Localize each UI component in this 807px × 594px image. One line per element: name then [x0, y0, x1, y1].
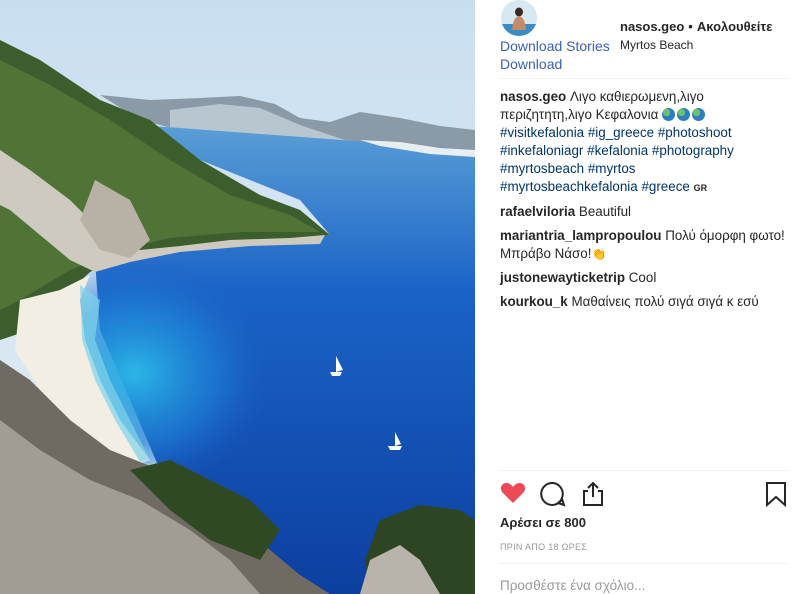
globe-icon	[662, 108, 676, 121]
comment-text: Beautiful	[578, 204, 632, 219]
comment-text: Cool	[628, 270, 657, 285]
avatar[interactable]	[501, 0, 537, 36]
add-comment-input[interactable]	[500, 578, 780, 593]
bookmark-icon[interactable]	[765, 481, 787, 512]
post-author-line: nasos.geo • Ακολουθείτε	[620, 19, 772, 34]
globe-icon	[677, 108, 691, 121]
comment-item: justonewayticketrip Cool	[500, 269, 790, 287]
post-side-panel: Download Stories Download nasos.geo • Ακολ…	[475, 0, 807, 594]
action-bar	[500, 481, 790, 509]
comment-username[interactable]: rafaelviloria	[500, 204, 575, 219]
comment-item: rafaelviloria Beautiful	[500, 203, 790, 221]
hashtag-link[interactable]: #inkefaloniagr	[500, 143, 583, 158]
download-link[interactable]: Download	[500, 56, 562, 72]
hashtag-link[interactable]: #greece	[641, 179, 689, 194]
caption-username[interactable]: nasos.geo	[500, 89, 566, 104]
comment-username[interactable]: mariantria_lampropoulou	[500, 228, 661, 243]
divider	[500, 78, 787, 79]
comment-text: Μαθαίνεις πολύ σιγά σιγά κ εσύ	[571, 294, 759, 309]
speech-bubble-icon[interactable]	[540, 481, 566, 512]
comment-item: kourkou_k Μαθαίνεις πολύ σιγά σιγά κ εσύ	[500, 293, 790, 311]
globe-icon	[692, 108, 706, 121]
comment-item: mariantria_lampropoulou Πολύ όμορφη φωτο…	[500, 227, 790, 263]
location-link[interactable]: Myrtos Beach	[620, 38, 693, 52]
download-stories-link[interactable]: Download Stories	[500, 38, 610, 54]
hashtag-link[interactable]: #myrtosbeachkefalonia	[500, 179, 638, 194]
divider	[500, 563, 787, 564]
hashtag-link[interactable]: #visitkefalonia	[500, 125, 584, 140]
flag-label: GR	[693, 183, 708, 193]
comment-username[interactable]: kourkou_k	[500, 294, 568, 309]
caption: nasos.geo Λιγο καθιερωμενη,λιγο περιζητη…	[500, 88, 790, 197]
hashtag-link[interactable]: #ig_greece	[588, 125, 654, 140]
author-username[interactable]: nasos.geo	[620, 19, 684, 34]
myrtos-beach-photo	[0, 0, 475, 594]
comments-list: nasos.geo Λιγο καθιερωμενη,λιγο περιζητη…	[500, 88, 790, 317]
post-header: Download Stories Download nasos.geo • Ακολ…	[475, 0, 807, 80]
clapping-hands-icon: 👏	[591, 247, 607, 261]
divider	[500, 470, 787, 471]
comment-username[interactable]: justonewayticketrip	[500, 270, 625, 285]
following-button[interactable]: Ακολουθείτε	[697, 19, 773, 34]
separator-dot: •	[688, 19, 693, 34]
hashtag-link[interactable]: #photoshoot	[658, 125, 732, 140]
share-icon[interactable]	[580, 481, 606, 512]
post-photo[interactable]	[0, 0, 475, 594]
hashtag-link[interactable]: #photography	[652, 143, 734, 158]
hashtag-link[interactable]: #myrtos	[588, 161, 636, 176]
post-timestamp: ΠΡΙΝ ΑΠΟ 18 ΩΡΕΣ	[500, 542, 588, 552]
likes-count[interactable]: Αρέσει σε 800	[500, 515, 586, 530]
heart-icon[interactable]	[500, 481, 526, 510]
hashtag-link[interactable]: #myrtosbeach	[500, 161, 584, 176]
hashtag-link[interactable]: #kefalonia	[587, 143, 648, 158]
